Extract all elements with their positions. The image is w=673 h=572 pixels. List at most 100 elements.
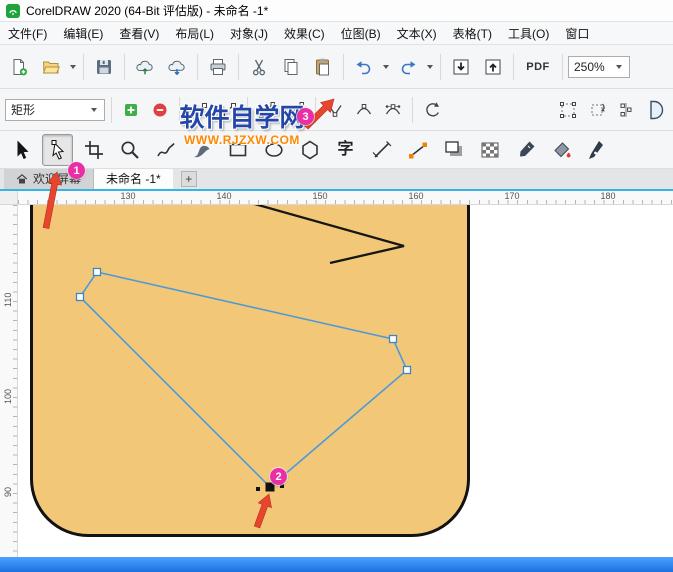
delete-node-button[interactable] <box>147 97 173 123</box>
align-nodes-button[interactable] <box>613 97 639 123</box>
shadow-tool[interactable] <box>438 134 469 166</box>
artistic-media-tool[interactable] <box>186 134 217 166</box>
import-button[interactable] <box>446 52 476 82</box>
vertical-ruler[interactable]: 110 100 90 <box>0 205 18 557</box>
cloud-download-button[interactable] <box>162 52 192 82</box>
eyedropper-tool[interactable] <box>510 134 541 166</box>
connector-tool[interactable] <box>402 134 433 166</box>
chevron-down-icon[interactable] <box>427 64 433 69</box>
convert-to-curve-button[interactable] <box>283 97 309 123</box>
node-control-handle[interactable] <box>280 484 284 488</box>
curve-node[interactable] <box>402 365 412 375</box>
symmetrical-node-button[interactable] <box>380 97 406 123</box>
menu-effects[interactable]: 效果(C) <box>276 22 333 44</box>
outline-pen-tool[interactable] <box>582 134 613 166</box>
ruler-origin-box[interactable] <box>0 191 18 204</box>
bottom-bar <box>0 557 673 572</box>
add-node-icon <box>125 103 137 116</box>
menu-bitmaps[interactable]: 位图(B) <box>333 22 389 44</box>
reverse-direction-button[interactable] <box>419 97 445 123</box>
rotate-nodes-button[interactable] <box>584 97 610 123</box>
print-button[interactable] <box>203 52 233 82</box>
separator <box>247 96 248 123</box>
text-tool[interactable]: 字 <box>330 134 361 166</box>
pick-tool[interactable] <box>6 134 37 166</box>
cloud-upload-button[interactable] <box>130 52 160 82</box>
new-document-button[interactable] <box>4 52 34 82</box>
menu-file[interactable]: 文件(F) <box>0 22 55 44</box>
copy-button[interactable] <box>276 52 306 82</box>
curve-node[interactable] <box>92 267 102 277</box>
dimension-tool[interactable] <box>366 134 397 166</box>
menu-tools[interactable]: 工具(O) <box>500 22 557 44</box>
freehand-tool[interactable] <box>150 134 181 166</box>
open-button[interactable] <box>36 52 66 82</box>
menu-layout[interactable]: 布局(L) <box>167 22 222 44</box>
selected-node[interactable] <box>265 482 275 492</box>
break-curve-button[interactable] <box>215 97 241 123</box>
zoom-tool[interactable] <box>114 134 145 166</box>
convert-to-line-button[interactable] <box>254 97 280 123</box>
ruler-label: 130 <box>120 191 136 201</box>
zoom-level-combobox[interactable]: 250% <box>568 55 630 78</box>
horizontal-ruler-row: 130 140 150 160 170 180 <box>0 191 673 205</box>
ruler-label: 160 <box>408 191 424 201</box>
save-icon <box>97 59 111 74</box>
cut-button[interactable] <box>244 52 274 82</box>
smooth-node-button[interactable] <box>351 97 377 123</box>
separator <box>179 96 180 123</box>
join-nodes-button[interactable] <box>186 97 212 123</box>
ruler-ticks <box>13 205 17 557</box>
menu-table[interactable]: 表格(T) <box>445 22 500 44</box>
shape-tool[interactable] <box>42 133 73 166</box>
node-control-handle[interactable] <box>256 487 260 491</box>
chevron-down-icon[interactable] <box>70 64 76 69</box>
tab-welcome-screen[interactable]: 欢迎屏幕 <box>4 169 95 189</box>
redo-button[interactable] <box>393 52 423 82</box>
title-bar: CorelDRAW 2020 (64-Bit 评估版) - 未命名 -1* <box>0 0 673 22</box>
edited-curve[interactable] <box>78 271 408 489</box>
open-icon <box>42 61 60 73</box>
outline-pen-icon <box>588 140 603 159</box>
zigzag-line-shape[interactable] <box>251 205 405 265</box>
toolbox: 字 <box>0 131 673 169</box>
rectangle-tool[interactable] <box>222 134 253 166</box>
save-button[interactable] <box>89 52 119 82</box>
ruler-label: 140 <box>216 191 232 201</box>
ruler-label: 90 <box>3 487 13 498</box>
interactive-fill-tool[interactable] <box>546 134 577 166</box>
undo-button[interactable] <box>349 52 379 82</box>
stretch-nodes-button[interactable] <box>555 97 581 123</box>
preset-combobox[interactable]: 矩形 <box>5 98 105 121</box>
curve-node[interactable] <box>75 292 85 302</box>
paste-icon <box>316 58 329 75</box>
paste-button[interactable] <box>308 52 338 82</box>
crop-tool[interactable] <box>78 134 109 166</box>
separator <box>315 96 316 123</box>
cusp-node-button[interactable] <box>322 97 348 123</box>
menu-window[interactable]: 窗口 <box>557 22 597 44</box>
ruler-label: 180 <box>600 191 616 201</box>
menu-text[interactable]: 文本(X) <box>389 22 445 44</box>
chevron-down-icon[interactable] <box>383 64 389 69</box>
add-node-button[interactable] <box>118 97 144 123</box>
zoom-level-value: 250% <box>574 59 605 74</box>
align-nodes-icon <box>620 102 632 117</box>
transparency-tool[interactable] <box>474 134 505 166</box>
new-document-tab-button[interactable]: + <box>180 171 197 187</box>
horizontal-ruler[interactable]: 130 140 150 160 170 180 <box>18 191 673 204</box>
publish-to-pdf-button[interactable]: PDF <box>519 52 557 82</box>
curve-node[interactable] <box>388 334 398 344</box>
connector-tool-icon <box>408 142 427 158</box>
menu-edit[interactable]: 编辑(E) <box>55 22 111 44</box>
ellipse-tool[interactable] <box>258 134 289 166</box>
canvas[interactable] <box>18 205 673 557</box>
menu-view[interactable]: 查看(V) <box>111 22 167 44</box>
close-curve-button[interactable] <box>642 97 668 123</box>
menu-object[interactable]: 对象(J) <box>222 22 276 44</box>
export-button[interactable] <box>478 52 508 82</box>
tab-document[interactable]: 未命名 -1* <box>94 169 173 189</box>
polygon-tool[interactable] <box>294 134 325 166</box>
stretch-nodes-icon <box>560 101 576 118</box>
canvas-shapes <box>75 205 412 492</box>
